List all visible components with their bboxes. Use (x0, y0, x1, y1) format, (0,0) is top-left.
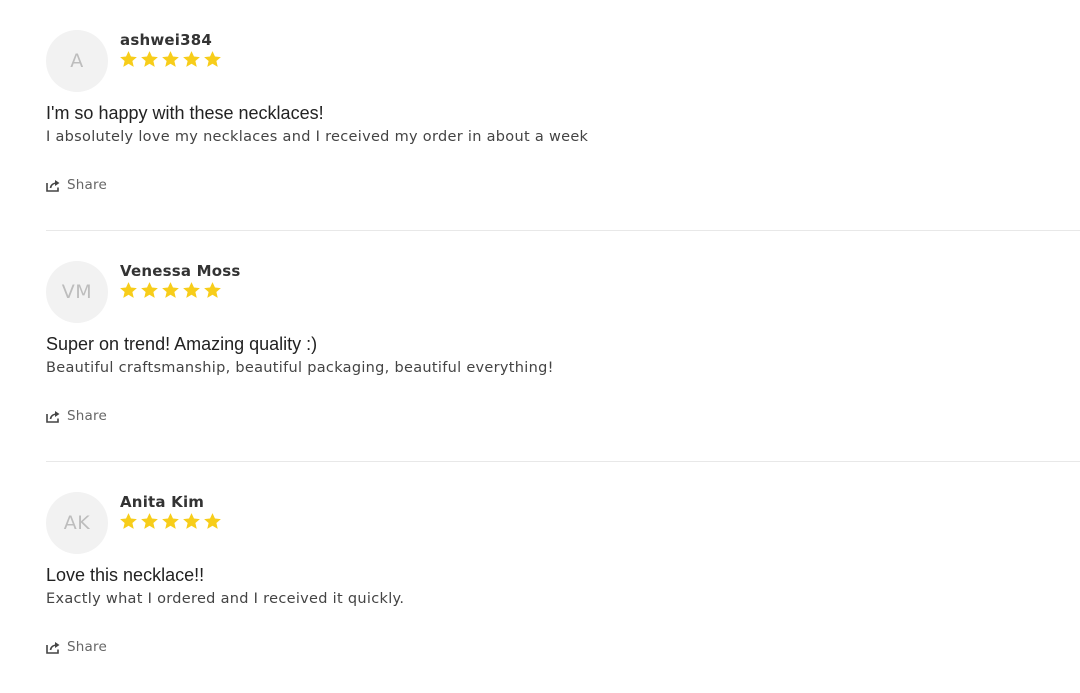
star-icon (204, 513, 221, 529)
star-icon (162, 513, 179, 529)
star-icon (120, 513, 137, 529)
star-icon (204, 282, 221, 298)
avatar: A (46, 30, 108, 92)
star-icon (120, 282, 137, 298)
star-rating (119, 512, 222, 531)
avatar: AK (46, 492, 108, 554)
star-icon (183, 51, 200, 67)
star-icon (162, 51, 179, 67)
review-item: VM Venessa Moss Super on trend! Amazing … (46, 231, 1080, 462)
star-icon (141, 282, 158, 298)
share-icon (46, 410, 60, 423)
review-body: Beautiful craftsmanship, beautiful packa… (46, 360, 554, 376)
star-rating (119, 50, 222, 69)
share-label: Share (67, 177, 107, 193)
star-icon (162, 282, 179, 298)
share-label: Share (67, 408, 107, 424)
star-icon (141, 513, 158, 529)
star-icon (204, 51, 221, 67)
share-button[interactable]: Share (46, 639, 107, 655)
star-icon (141, 51, 158, 67)
review-body: I absolutely love my necklaces and I rec… (46, 129, 589, 145)
share-button[interactable]: Share (46, 177, 107, 193)
star-icon (120, 51, 137, 67)
review-author: Anita Kim (120, 493, 205, 511)
review-author: ashwei384 (120, 31, 213, 49)
star-icon (183, 282, 200, 298)
review-title: I'm so happy with these necklaces! (46, 103, 324, 123)
reviews-list: A ashwei384 I'm so happy with these neck… (46, 0, 1080, 693)
share-label: Share (67, 639, 107, 655)
review-title: Love this necklace!! (46, 565, 205, 585)
review-title: Super on trend! Amazing quality :) (46, 334, 318, 354)
star-icon (183, 513, 200, 529)
review-body: Exactly what I ordered and I received it… (46, 591, 405, 607)
avatar: VM (46, 261, 108, 323)
star-rating (119, 281, 222, 300)
share-icon (46, 641, 60, 654)
share-icon (46, 179, 60, 192)
review-item: A ashwei384 I'm so happy with these neck… (46, 0, 1080, 231)
share-button[interactable]: Share (46, 408, 107, 424)
review-author: Venessa Moss (120, 262, 241, 280)
review-item: AK Anita Kim Love this necklace!! Exactl… (46, 462, 1080, 693)
